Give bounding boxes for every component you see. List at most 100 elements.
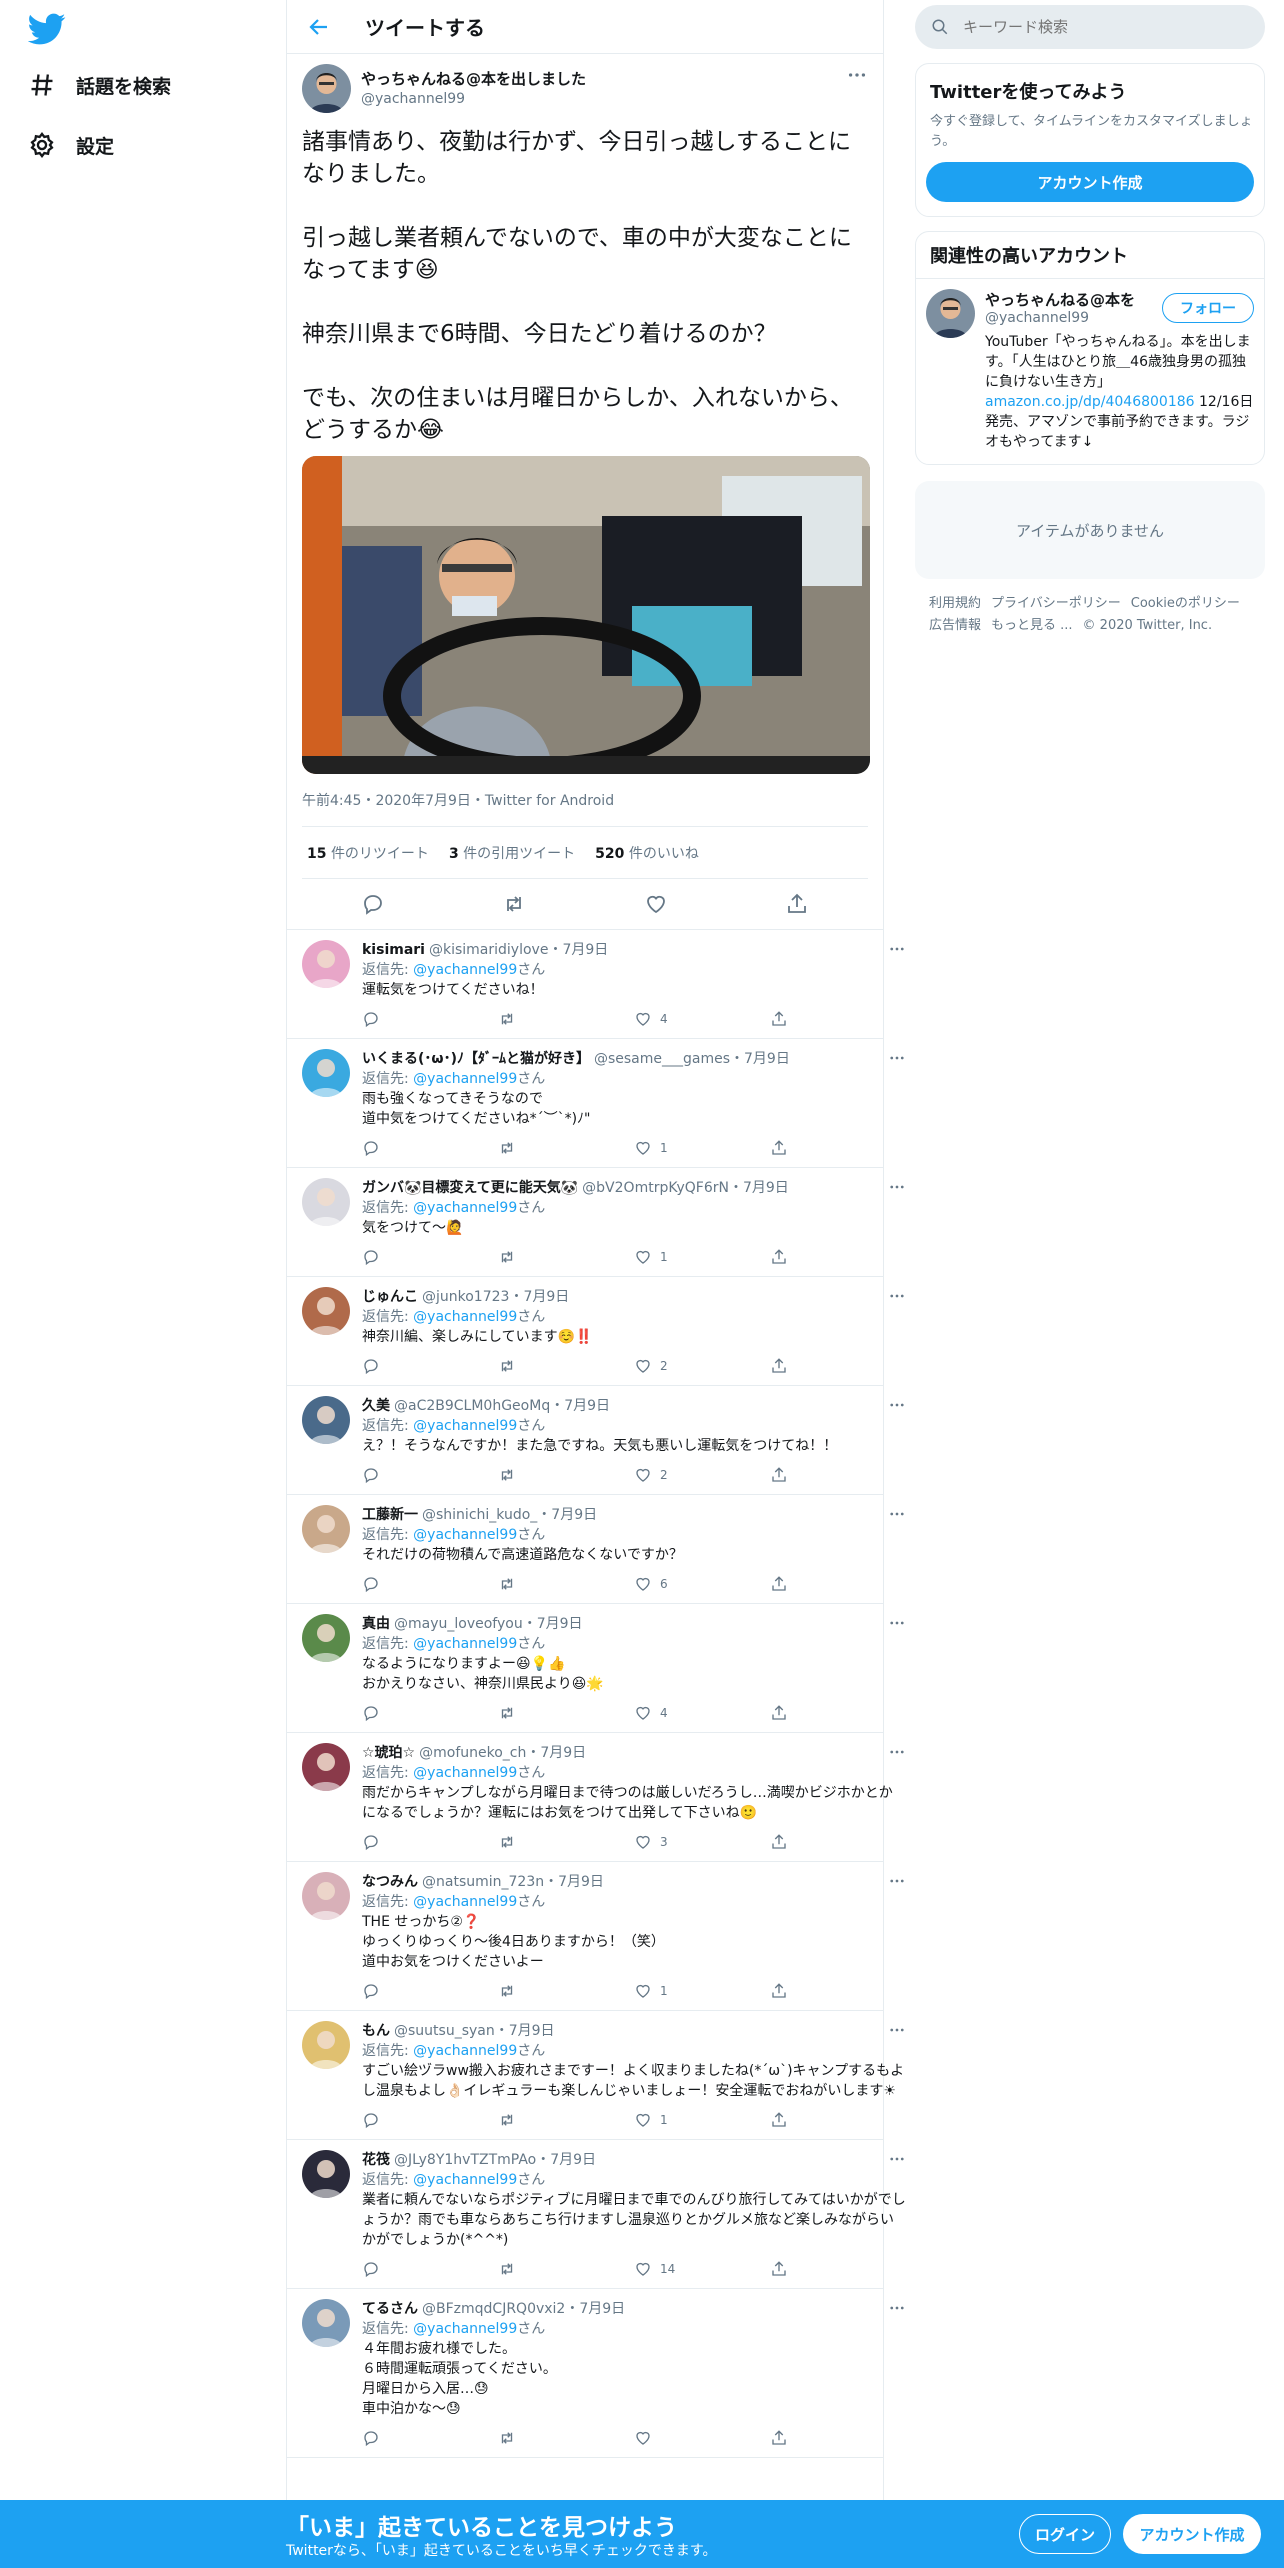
reply-author-name[interactable]: 真由 (362, 1614, 390, 1634)
reply-author-name[interactable]: ☆琥珀☆ (362, 1743, 415, 1763)
reply-button[interactable] (362, 1833, 498, 1851)
retweet-button[interactable] (498, 1010, 634, 1028)
retweet-button[interactable] (498, 1833, 634, 1851)
arrow-left-icon[interactable] (307, 15, 331, 39)
reply-meta[interactable]: @sesame___games・7月9日 (594, 1049, 888, 1069)
reply-author-name[interactable]: じゅんこ (362, 1287, 418, 1307)
replying-to-link[interactable]: @yachannel99 (413, 1200, 517, 1216)
reply-author-name[interactable]: 工藤新一 (362, 1505, 418, 1525)
like-button[interactable]: 1 (634, 1248, 770, 1266)
avatar[interactable] (302, 64, 351, 113)
quotes-stat[interactable]: 3 件の引用ツイート (449, 843, 575, 863)
replying-to-link[interactable]: @yachannel99 (413, 1894, 517, 1910)
reply-button[interactable] (362, 1575, 498, 1593)
reply-button[interactable] (362, 1248, 498, 1266)
avatar[interactable] (302, 1049, 350, 1097)
like-button[interactable]: 14 (634, 2260, 770, 2278)
avatar[interactable] (302, 1614, 350, 1662)
share-button[interactable] (770, 2260, 906, 2278)
follow-button[interactable]: フォロー (1162, 293, 1254, 323)
reply-tweet[interactable]: ☆琥珀☆ @mofuneko_ch・7月9日 返信先: @yachannel99… (287, 1733, 904, 1862)
like-button[interactable]: 2 (634, 1466, 770, 1484)
more-options-icon[interactable] (888, 1505, 906, 1523)
replying-to-link[interactable]: @yachannel99 (413, 2321, 517, 2337)
share-button[interactable] (770, 2111, 906, 2129)
reply-meta[interactable]: @aC2B9CLM0hGeoMq・7月9日 (394, 1396, 888, 1416)
like-button[interactable]: 3 (634, 1833, 770, 1851)
reply-meta[interactable]: @bV2OmtrpKyQF6rN・7月9日 (582, 1178, 888, 1198)
replying-to-link[interactable]: @yachannel99 (413, 1071, 517, 1087)
author-handle[interactable]: @yachannel99 (361, 91, 846, 107)
reply-tweet[interactable]: もん @suutsu_syan・7月9日 返信先: @yachannel99さん… (287, 2011, 904, 2140)
more-options-icon[interactable] (888, 940, 906, 958)
replying-to-link[interactable]: @yachannel99 (413, 1527, 517, 1543)
reply-tweet[interactable]: じゅんこ @junko1723・7月9日 返信先: @yachannel99さん… (287, 1277, 904, 1386)
more-options-icon[interactable] (888, 1049, 906, 1067)
reply-author-name[interactable]: もん (362, 2021, 390, 2041)
more-options-icon[interactable] (888, 1396, 906, 1414)
bio-link[interactable]: amazon.co.jp/dp/4046800186 (985, 394, 1195, 410)
avatar[interactable] (302, 1872, 350, 1920)
reply-tweet[interactable]: なつみん @natsumin_723n・7月9日 返信先: @yachannel… (287, 1862, 904, 2011)
more-options-icon[interactable] (888, 1743, 906, 1761)
retweet-button[interactable] (498, 2111, 634, 2129)
share-button[interactable] (770, 1357, 906, 1375)
reply-tweet[interactable]: 花筏 @JLy8Y1hvTZTmPAo・7月9日 返信先: @yachannel… (287, 2140, 906, 2289)
reply-button[interactable] (362, 1704, 498, 1722)
avatar[interactable] (302, 2150, 350, 2198)
like-button[interactable]: 4 (634, 1010, 770, 1028)
reply-tweet[interactable]: てるさん @BFzmqdCJRQ0vxi2・7月9日 返信先: @yachann… (287, 2289, 904, 2458)
reply-meta[interactable]: @mofuneko_ch・7月9日 (419, 1743, 888, 1763)
reply-button[interactable] (362, 1010, 498, 1028)
retweet-button[interactable] (498, 1357, 634, 1375)
like-button[interactable]: 1 (634, 2111, 770, 2129)
reply-button[interactable] (362, 1982, 498, 2000)
reply-meta[interactable]: @kisimaridiylove・7月9日 (429, 940, 888, 960)
reply-tweet[interactable]: ガンバ🐼目標変えて更に能天気🐼 @bV2OmtrpKyQF6rN・7月9日 返信… (287, 1168, 904, 1277)
retweet-button[interactable] (498, 1139, 634, 1157)
reply-meta[interactable]: @mayu_loveofyou・7月9日 (394, 1614, 888, 1634)
replying-to-link[interactable]: @yachannel99 (413, 1636, 517, 1652)
signup-button[interactable]: アカウント作成 (1123, 2514, 1261, 2554)
reply-author-name[interactable]: なつみん (362, 1872, 418, 1892)
retweet-button[interactable] (498, 1704, 634, 1722)
avatar[interactable] (302, 1287, 350, 1335)
reply-tweet[interactable]: 工藤新一 @shinichi_kudo_・7月9日 返信先: @yachanne… (287, 1495, 904, 1604)
more-options-icon[interactable] (888, 1872, 906, 1890)
retweets-stat[interactable]: 15 件のリツイート (307, 843, 429, 863)
footer-link-terms[interactable]: 利用規約 (929, 596, 981, 611)
reply-meta[interactable]: @shinichi_kudo_・7月9日 (422, 1505, 888, 1525)
reply-meta[interactable]: @JLy8Y1hvTZTmPAo・7月9日 (394, 2150, 888, 2170)
reply-button[interactable] (362, 2429, 498, 2447)
reply-button[interactable] (362, 2111, 498, 2129)
reply-tweet[interactable]: いくまる(･ω･)ﾉ【ﾀﾞｰﾑと猫が好き】 @sesame___games・7月… (287, 1039, 904, 1168)
footer-link-privacy[interactable]: プライバシーポリシー (991, 596, 1121, 611)
replying-to-link[interactable]: @yachannel99 (413, 2043, 517, 2059)
reply-button[interactable] (362, 1139, 498, 1157)
like-button[interactable]: 1 (634, 1982, 770, 2000)
login-button[interactable]: ログイン (1019, 2514, 1111, 2554)
reply-author-name[interactable]: ガンバ🐼目標変えて更に能天気🐼 (362, 1178, 578, 1198)
retweet-button[interactable] (498, 2429, 634, 2447)
retweet-button[interactable] (498, 1248, 634, 1266)
reply-icon[interactable] (361, 892, 385, 916)
like-button[interactable]: 1 (634, 1139, 770, 1157)
reply-meta[interactable]: @suutsu_syan・7月9日 (394, 2021, 888, 2041)
reply-author-name[interactable]: 花筏 (362, 2150, 390, 2170)
footer-link-more[interactable]: もっと見る ... (991, 618, 1073, 633)
heart-icon[interactable] (644, 892, 668, 916)
reply-tweet[interactable]: 久美 @aC2B9CLM0hGeoMq・7月9日 返信先: @yachannel… (287, 1386, 904, 1495)
reply-button[interactable] (362, 1357, 498, 1375)
search-box[interactable] (915, 5, 1265, 49)
share-button[interactable] (770, 1704, 906, 1722)
retweet-icon[interactable] (502, 892, 526, 916)
replying-to-link[interactable]: @yachannel99 (413, 1765, 517, 1781)
reply-author-name[interactable]: いくまる(･ω･)ﾉ【ﾀﾞｰﾑと猫が好き】 (362, 1049, 590, 1069)
footer-link-cookies[interactable]: Cookieのポリシー (1131, 596, 1240, 611)
replying-to-link[interactable]: @yachannel99 (413, 2172, 517, 2188)
reply-meta[interactable]: @BFzmqdCJRQ0vxi2・7月9日 (422, 2299, 888, 2319)
avatar[interactable] (302, 1505, 350, 1553)
more-options-icon[interactable] (888, 1178, 906, 1196)
twitter-bird-icon[interactable] (28, 10, 66, 48)
replying-to-link[interactable]: @yachannel99 (413, 962, 517, 978)
